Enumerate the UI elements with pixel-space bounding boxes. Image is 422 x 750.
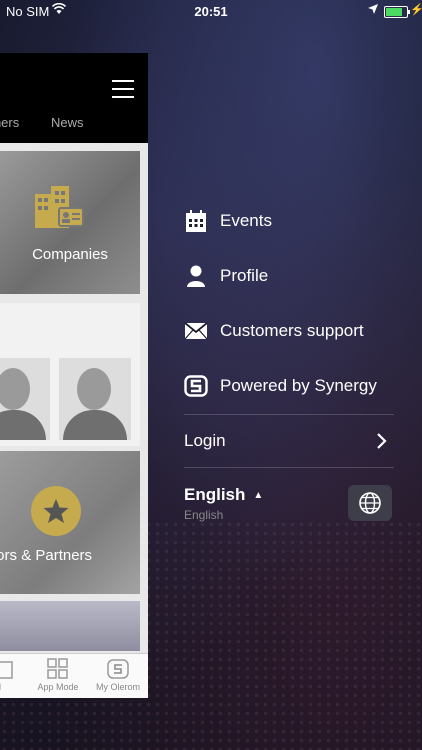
news-card[interactable] (0, 601, 140, 651)
status-bar: No SIM 20:51 ⚡ (0, 0, 422, 22)
sponsors-label: onsors & Partners (0, 547, 93, 564)
location-arrow-icon (368, 4, 378, 14)
nav-item-app-mode[interactable]: App Mode (32, 658, 84, 692)
bottom-nav: il App Mode My Olerom (0, 653, 148, 698)
login-label: Login (184, 431, 226, 450)
tab-partners[interactable]: rtners (0, 115, 19, 130)
speaker-photo (59, 358, 131, 440)
calendar-icon (186, 210, 206, 232)
menu-label-powered-by-synergy: Powered by Synergy (220, 376, 377, 395)
tab-news[interactable]: News (51, 115, 84, 130)
envelope-icon (184, 322, 208, 340)
synergy-logo-icon (184, 375, 208, 397)
nav-item-mail[interactable]: il (0, 658, 14, 692)
menu-label-profile: Profile (220, 266, 269, 285)
menu-item-powered-by-synergy[interactable]: Powered by Synergy (184, 366, 394, 406)
synergy-logo-icon (107, 659, 129, 679)
menu-label-events: Events (220, 211, 272, 230)
globe-icon (359, 492, 381, 514)
nav-item-my-olerom[interactable]: My Olerom (92, 658, 144, 692)
nav-label-app-mode: App Mode (37, 682, 79, 692)
battery-icon (384, 6, 410, 18)
nav-label-my-olerom: My Olerom (95, 682, 140, 692)
clock: 20:51 (194, 4, 228, 19)
menu-label-customers-support: Customers support (220, 321, 364, 340)
mail-icon (0, 661, 13, 679)
globe-button[interactable] (348, 485, 392, 521)
speakers-card[interactable] (0, 303, 140, 446)
menu-item-events[interactable]: Events (184, 201, 394, 241)
login-row[interactable]: Login (184, 421, 394, 461)
nav-label-mail: il (0, 682, 14, 692)
battery-level (386, 8, 403, 16)
person-icon (187, 265, 205, 287)
menu-divider (184, 467, 394, 468)
companies-building-icon (35, 186, 84, 228)
grid-icon (47, 658, 68, 679)
hamburger-menu-icon[interactable] (112, 80, 134, 98)
menu-divider (184, 414, 394, 415)
language-selector[interactable]: English ▲ English (184, 485, 394, 530)
sponsors-card[interactable]: onsors & Partners (0, 451, 140, 594)
charging-bolt-icon: ⚡ (410, 4, 422, 16)
menu-item-profile[interactable]: Profile (184, 256, 394, 296)
language-selected[interactable]: English (184, 485, 245, 504)
app-preview[interactable]: rtners News Companies onsors & Partners (0, 53, 148, 698)
app-header: rtners News (0, 53, 148, 143)
menu-item-customers-support[interactable]: Customers support (184, 311, 394, 351)
speaker-photo (0, 358, 50, 440)
sort-arrows-icon: ▲ (253, 490, 264, 501)
star-icon (43, 499, 69, 523)
companies-card[interactable]: Companies (0, 151, 140, 294)
companies-label: Companies (32, 246, 108, 263)
chevron-right-icon (377, 433, 387, 449)
